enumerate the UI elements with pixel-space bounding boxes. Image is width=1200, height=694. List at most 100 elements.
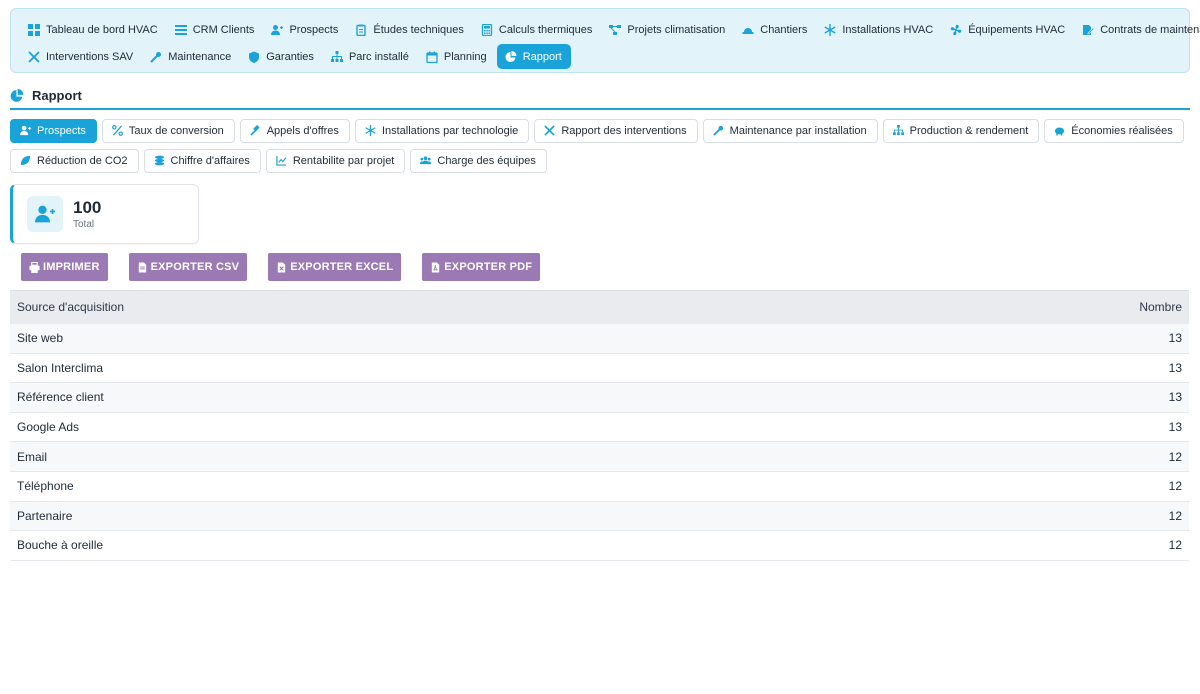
cell-source: Email [10, 441, 813, 472]
nav-item-tableau-de-bord[interactable]: Tableau de bord HVAC [21, 17, 168, 42]
tab-label: Charge des équipes [437, 155, 536, 167]
stat-label: Total [73, 218, 95, 230]
tab-label: Prospects [37, 125, 86, 137]
column-header-source[interactable]: Source d'acquisition [10, 290, 813, 324]
nav-item-projets-climatisation[interactable]: Projets climatisation [602, 17, 735, 42]
nav-item-interventions-sav[interactable]: Interventions SAV [21, 44, 143, 69]
contract-icon [1081, 23, 1095, 37]
nav-item-installations-hvac[interactable]: Installations HVAC [817, 17, 943, 42]
tab-appels-offres[interactable]: Appels d'offres [239, 119, 350, 143]
table-row: Partenaire 12 [10, 501, 1189, 532]
nav-item-garanties[interactable]: Garanties [241, 44, 324, 69]
column-header-nombre[interactable]: Nombre [812, 290, 1189, 324]
sitemap-icon [892, 125, 905, 137]
stat-card-total: 100 Total [10, 184, 199, 244]
table-row: Salon Interclima 13 [10, 353, 1189, 384]
cell-source: Référence client [10, 382, 813, 413]
tab-rentabilite-projet[interactable]: Rentabilite par projet [265, 149, 406, 173]
chart-pie-icon [504, 50, 518, 64]
fan-icon [949, 23, 963, 37]
nav-item-crm-clients[interactable]: CRM Clients [168, 17, 265, 42]
nav-item-calculs-thermiques[interactable]: Calculs thermiques [474, 17, 603, 42]
nav-item-label: Chantiers [760, 23, 808, 36]
tab-label: Installations par technologie [381, 125, 519, 137]
tab-taux-conversion[interactable]: Taux de conversion [101, 119, 235, 143]
nav-item-contrats-maintenance[interactable]: Contrats de maintenance [1075, 17, 1200, 42]
chart-pie-icon [10, 89, 24, 103]
cell-source: Salon Interclima [10, 353, 813, 384]
nav-item-label: Études techniques [373, 23, 464, 36]
table-header-row: Source d'acquisition Nombre [10, 290, 1189, 324]
tools-icon [27, 50, 41, 64]
nav-item-label: Maintenance [168, 50, 232, 63]
nav-item-label: Contrats de maintenance [1100, 23, 1200, 36]
tab-maintenance-installation[interactable]: Maintenance par installation [702, 119, 878, 143]
cell-source: Partenaire [10, 501, 813, 532]
section-header: Rapport [10, 88, 1190, 110]
tab-label: Chiffre d'affaires [170, 155, 250, 167]
table-row: Référence client 13 [10, 382, 1189, 413]
tab-economies-realisees[interactable]: Économies réalisées [1044, 119, 1184, 143]
user-plus-icon [20, 125, 32, 137]
sitemap-icon [330, 50, 344, 64]
nav-item-prospects[interactable]: Prospects [264, 17, 348, 42]
cell-nombre: 12 [812, 501, 1189, 532]
tab-production-rendement[interactable]: Production & rendement [882, 119, 1040, 143]
leaf-icon [20, 155, 32, 167]
calculator-icon [480, 23, 494, 37]
cell-source: Google Ads [10, 412, 813, 443]
table-row: Google Ads 13 [10, 412, 1189, 443]
export-pdf-label: EXPORTER PDF [444, 261, 533, 273]
list-icon [174, 23, 188, 37]
export-csv-label: EXPORTER CSV [150, 261, 240, 273]
user-plus-icon [270, 23, 284, 37]
snowflake-icon [823, 23, 837, 37]
tab-chiffre-affaires[interactable]: Chiffre d'affaires [143, 149, 261, 173]
tab-rapport-interventions[interactable]: Rapport des interventions [534, 119, 698, 143]
tab-label: Production & rendement [909, 125, 1029, 137]
main-navigation: Tableau de bord HVAC CRM Clients Prospec… [10, 8, 1200, 73]
percent-icon [111, 125, 124, 137]
nav-item-chantiers[interactable]: Chantiers [735, 17, 817, 42]
nav-item-planning[interactable]: Planning [419, 44, 497, 69]
table-row: Bouche à oreille 12 [10, 530, 1189, 561]
cell-source: Téléphone [10, 471, 813, 502]
tab-charge-equipes[interactable]: Charge des équipes [410, 149, 547, 173]
nav-item-label: Calculs thermiques [498, 23, 593, 36]
cell-nombre: 13 [812, 353, 1189, 384]
nav-item-label: Parc installé [348, 50, 409, 63]
tab-label: Économies réalisées [1071, 125, 1173, 137]
nav-item-etudes-techniques[interactable]: Études techniques [348, 17, 474, 42]
tab-prospects[interactable]: Prospects [10, 119, 97, 143]
nav-item-label: CRM Clients [192, 23, 255, 36]
tab-installations-technologie[interactable]: Installations par technologie [354, 119, 530, 143]
users-icon [420, 155, 432, 167]
report-tabs: Prospects Taux de conversion Appels d'of… [10, 119, 1190, 179]
table-row: Site web 13 [10, 323, 1189, 354]
nav-item-equipements-hvac[interactable]: Équipements HVAC [943, 17, 1075, 42]
nav-item-rapport[interactable]: Rapport [496, 44, 571, 69]
snowflake-icon [365, 125, 377, 137]
printer-icon [29, 261, 40, 273]
clipboard-icon [354, 23, 368, 37]
tab-label: Taux de conversion [128, 125, 224, 137]
export-excel-button[interactable]: EXPORTER EXCEL [268, 253, 402, 281]
tab-label: Rentabilite par projet [292, 155, 395, 167]
nav-item-label: Installations HVAC [842, 23, 934, 36]
file-pdf-icon [430, 261, 441, 273]
cell-nombre: 12 [812, 471, 1189, 502]
piggy-bank-icon [1054, 125, 1066, 137]
nav-item-maintenance[interactable]: Maintenance [143, 44, 241, 69]
tab-reduction-co2[interactable]: Réduction de CO2 [10, 149, 139, 173]
cell-source: Site web [10, 323, 813, 354]
export-csv-button[interactable]: EXPORTER CSV [128, 253, 248, 281]
nav-item-parc-installe[interactable]: Parc installé [324, 44, 419, 69]
nav-item-label: Projets climatisation [627, 23, 726, 36]
nav-row-2: Interventions SAV Maintenance Garanties … [21, 44, 1179, 69]
print-button[interactable]: IMPRIMER [21, 253, 108, 281]
export-pdf-button[interactable]: EXPORTER PDF [422, 253, 541, 281]
table-row: Téléphone 12 [10, 471, 1189, 502]
file-excel-icon [276, 261, 287, 273]
gavel-icon [250, 125, 262, 137]
tab-label: Réduction de CO2 [37, 155, 128, 167]
